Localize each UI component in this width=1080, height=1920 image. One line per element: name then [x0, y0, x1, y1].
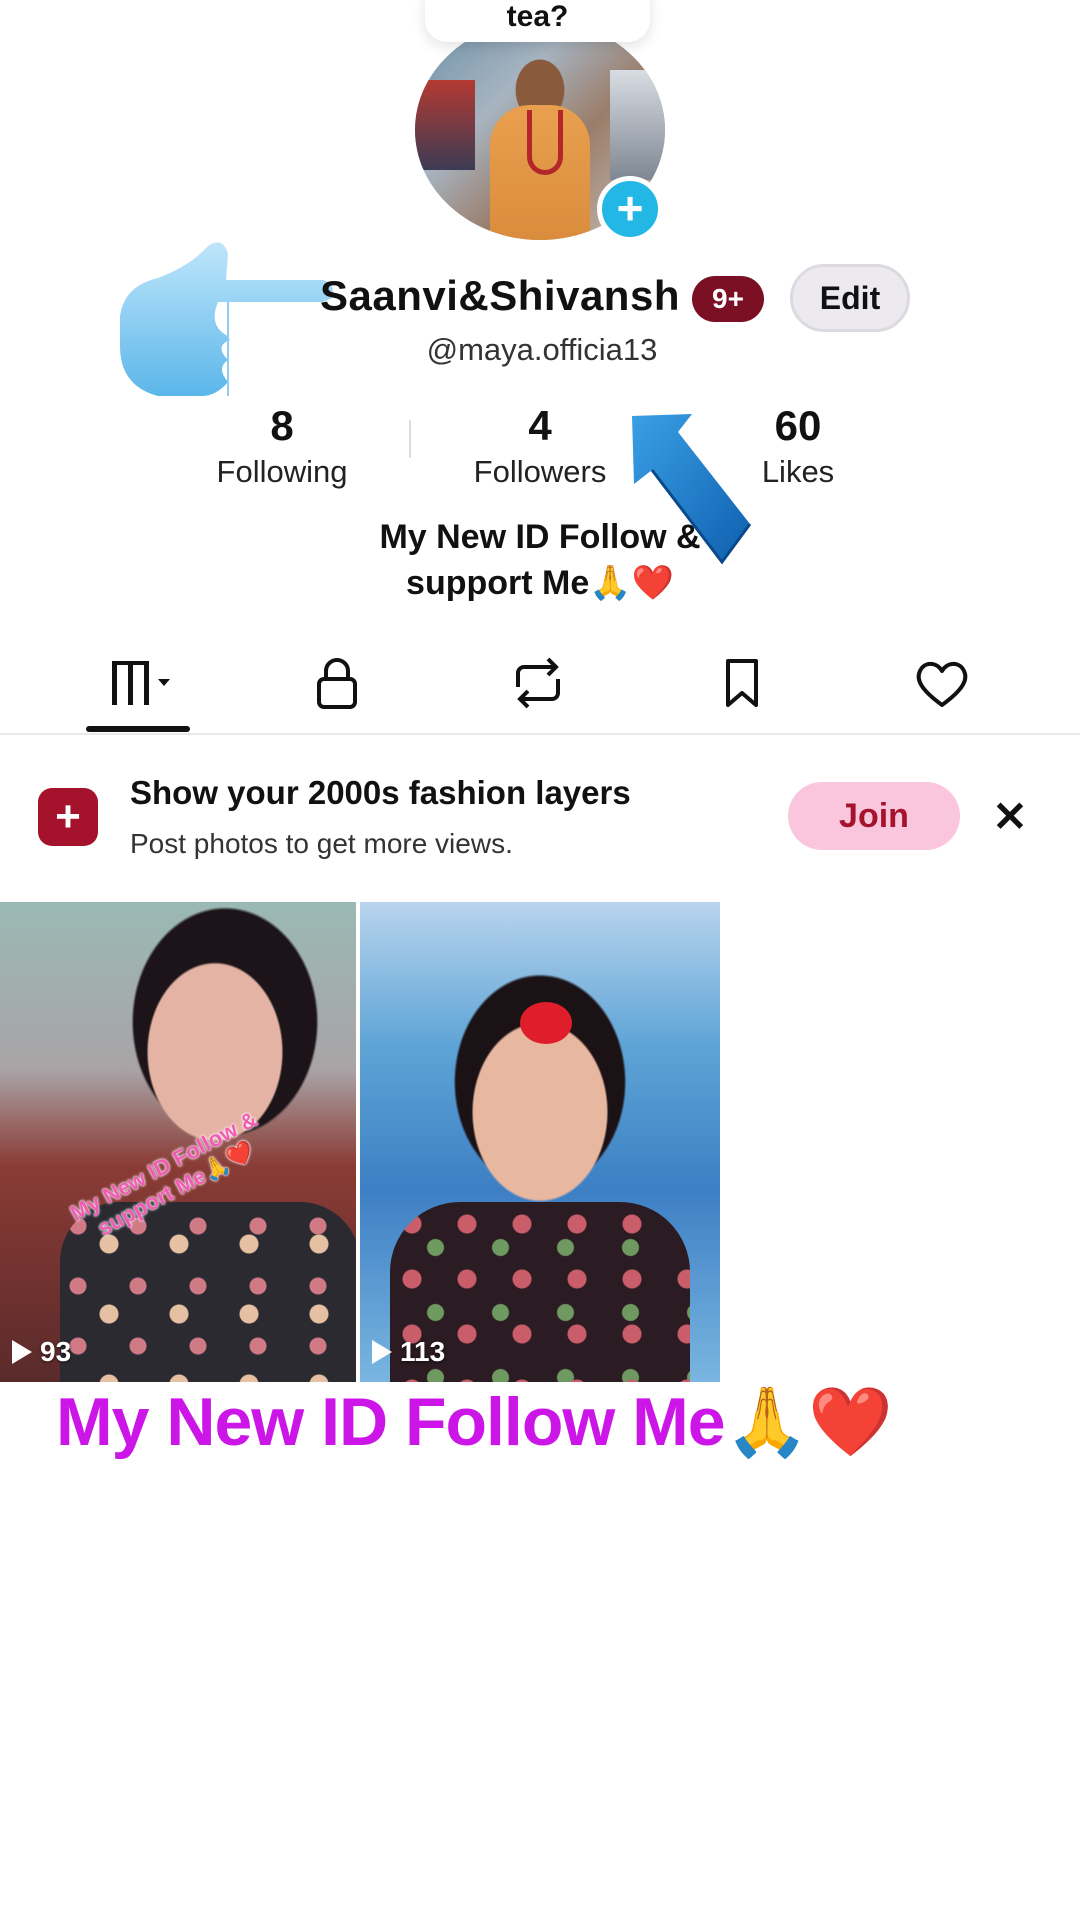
bio-line-2: support Me🙏❤️: [406, 564, 674, 602]
promo-subtitle: Post photos to get more views.: [130, 828, 513, 859]
active-tab-indicator: [86, 726, 190, 732]
promo-title: Show your 2000s fashion layers: [130, 774, 631, 811]
display-name: Saanvi&Shivansh: [320, 272, 680, 319]
following-count: 8: [270, 402, 294, 449]
bio-line-1: My New ID Follow &: [379, 518, 701, 556]
bookmark-icon: [726, 659, 758, 707]
add-story-plus-icon[interactable]: +: [597, 176, 663, 242]
lock-icon: [317, 658, 357, 709]
close-promo-icon[interactable]: ✕: [988, 790, 1032, 842]
thumbnail-bindi: [520, 1002, 572, 1044]
join-button[interactable]: Join: [788, 782, 960, 850]
followers-label: Followers: [473, 454, 607, 489]
username-handle: @maya.officia13: [426, 332, 658, 367]
view-count-value: 113: [400, 1336, 446, 1367]
notification-badge[interactable]: 9+: [692, 276, 764, 322]
private-tab[interactable]: [297, 648, 377, 718]
followers-count: 4: [528, 402, 552, 449]
followers-stat[interactable]: 4 Followers: [440, 402, 640, 490]
note-text: tea?: [506, 0, 569, 33]
videos-tab[interactable]: [98, 648, 178, 718]
heart-icon: [916, 661, 968, 707]
play-icon: [372, 1340, 392, 1364]
promo-plus-icon: +: [38, 788, 98, 846]
avatar-background-right: [610, 70, 665, 180]
repost-icon: [516, 657, 560, 709]
video-thumbnail[interactable]: My New ID Follow & support Me🙏❤️ 93: [0, 902, 356, 1382]
favorites-tab[interactable]: [702, 648, 782, 718]
grid-icon: [112, 661, 170, 705]
pointing-hand-sticker-icon: [120, 242, 333, 396]
edit-profile-button[interactable]: Edit: [790, 264, 910, 332]
profile-bio: My New ID Follow & support Me🙏❤️: [300, 514, 780, 606]
avatar-background: [415, 80, 475, 170]
note-bubble[interactable]: tea?: [425, 0, 650, 42]
view-count: 113: [372, 1336, 445, 1368]
stat-divider: [409, 420, 411, 458]
view-count: 93: [12, 1336, 71, 1368]
reposts-tab[interactable]: [498, 648, 578, 718]
video-thumbnail[interactable]: 113: [360, 902, 720, 1382]
following-stat[interactable]: 8 Following: [182, 402, 382, 490]
play-icon: [12, 1340, 32, 1364]
following-label: Following: [216, 454, 348, 489]
liked-tab[interactable]: [902, 648, 982, 718]
overlay-caption: My New ID Follow Me🙏❤️: [56, 1384, 893, 1460]
view-count-value: 93: [40, 1336, 72, 1367]
tabs-divider: [0, 733, 1080, 735]
avatar-necklace: [527, 110, 563, 175]
